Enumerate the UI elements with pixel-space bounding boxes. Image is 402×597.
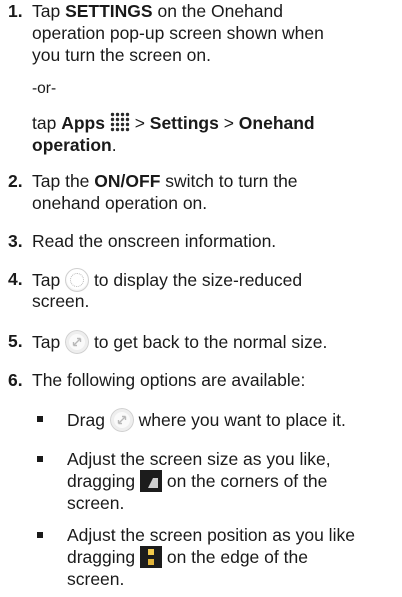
bullet-2-line-2: dragging on the corners of the: [67, 470, 328, 492]
bullet-2-line-1: Adjust the screen size as you like,: [67, 449, 331, 469]
step-3-number: 3.: [8, 231, 23, 251]
expand-arrows-icon: [109, 408, 134, 432]
expand-arrows-icon: [65, 330, 90, 354]
apps-grid-icon: [110, 112, 130, 132]
step-4-line-2: screen.: [32, 291, 90, 311]
step-1-line-1: Tap SETTINGS on the Onehand: [32, 1, 283, 21]
bullet-3-line-1: Adjust the screen position as you like: [67, 525, 355, 545]
edge-drag-handle-icon: [139, 546, 162, 568]
alt-path-line-1: tap Apps > Settings > Onehand: [32, 112, 315, 133]
or-separator: -or-: [32, 80, 57, 97]
step-2-line-1: Tap the ON/OFF switch to turn the: [32, 171, 298, 191]
bullet-marker: [37, 456, 43, 462]
step-1-line-3: you turn the screen on.: [32, 45, 211, 65]
step-1-line-2: operation pop-up screen shown when: [32, 23, 324, 43]
bullet-3-line-2: dragging on the edge of the: [67, 546, 308, 568]
bullet-marker: [37, 416, 43, 422]
step-4-number: 4.: [8, 269, 23, 289]
step-5-text: Tap to get back to the normal size.: [32, 330, 328, 354]
step-5-number: 5.: [8, 331, 23, 351]
step-2-number: 2.: [8, 171, 23, 191]
bullet-3-line-3: screen.: [67, 569, 125, 589]
step-1-number: 1.: [8, 1, 23, 21]
step-4-line-1: Tap to display the size-reduced: [32, 268, 303, 292]
size-reduce-circle-icon: [65, 268, 90, 292]
step-2-line-2: onehand operation on.: [32, 193, 208, 213]
bullet-2-line-3: screen.: [67, 493, 125, 513]
corner-drag-handle-icon: [139, 470, 162, 492]
step-3-text: Read the onscreen information.: [32, 231, 277, 251]
bullet-marker: [37, 532, 43, 538]
step-6-text: The following options are available:: [32, 370, 306, 390]
bullet-1-text: Drag where you want to place it.: [67, 408, 346, 432]
step-6-number: 6.: [8, 370, 23, 390]
alt-path-line-2: operation.: [32, 135, 117, 155]
